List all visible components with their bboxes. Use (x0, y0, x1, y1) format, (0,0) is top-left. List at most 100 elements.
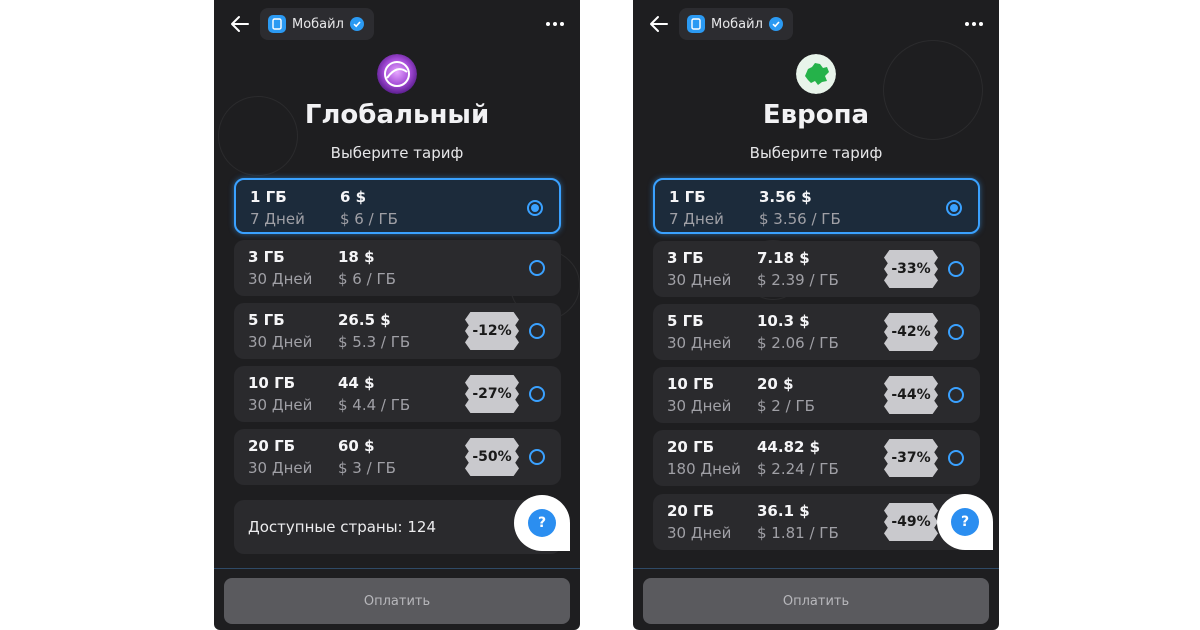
stage: Мобайл Глобальный Выберите тариф 1 ГБ 7 … (0, 0, 1200, 630)
plan-price: 20 $ (757, 375, 794, 393)
plan-price: 36.1 $ (757, 502, 810, 520)
discount-badge: -44% (884, 376, 938, 414)
plan-volume: 3 ГБ (667, 249, 704, 267)
plan-price-per-gb: $ 3 / ГБ (338, 459, 396, 477)
discount-badge: -27% (465, 375, 519, 413)
discount-badge: -33% (884, 250, 938, 288)
plan-price: 44.82 $ (757, 438, 821, 456)
plan-option[interactable]: 1 ГБ 7 Дней 3.56 $ $ 3.56 / ГБ (653, 178, 980, 234)
plan-volume: 3 ГБ (248, 248, 285, 266)
plan-option[interactable]: 20 ГБ 30 Дней 36.1 $ $ 1.81 / ГБ -49% (653, 494, 980, 550)
region-title: Европа (762, 100, 870, 130)
discount-badge: -50% (465, 438, 519, 476)
app-chip[interactable]: Мобайл (679, 8, 793, 40)
plan-volume: 20 ГБ (248, 437, 296, 455)
plan-radio[interactable] (529, 260, 545, 276)
plan-price: 7.18 $ (757, 249, 810, 267)
plan-price: 18 $ (338, 248, 375, 266)
discount-badge: -49% (884, 503, 938, 541)
more-dots-icon[interactable] (963, 16, 985, 32)
pay-button[interactable]: Оплатить (224, 578, 570, 624)
plan-price: 60 $ (338, 437, 375, 455)
plan-duration: 7 Дней (669, 210, 724, 228)
screen-global: Мобайл Глобальный Выберите тариф 1 ГБ 7 … (214, 0, 580, 630)
plan-radio[interactable] (527, 200, 543, 216)
plan-option[interactable]: 20 ГБ 30 Дней 60 $ $ 3 / ГБ -50% (234, 429, 561, 485)
plan-duration: 30 Дней (667, 334, 732, 352)
plan-duration: 30 Дней (248, 396, 313, 414)
footer-divider (214, 568, 580, 569)
plan-duration: 30 Дней (667, 271, 732, 289)
plan-radio[interactable] (946, 200, 962, 216)
choose-tariff-label: Выберите тариф (749, 144, 883, 162)
top-bar: Мобайл (214, 6, 580, 42)
plan-volume: 1 ГБ (669, 188, 706, 206)
app-chip-label: Мобайл (292, 16, 344, 32)
globe-flag-icon (377, 54, 417, 94)
plan-volume: 20 ГБ (667, 438, 715, 456)
plan-volume: 5 ГБ (248, 311, 285, 329)
plan-price: 6 $ (340, 188, 367, 206)
app-icon (687, 15, 705, 33)
plan-option[interactable]: 10 ГБ 30 Дней 20 $ $ 2 / ГБ -44% (653, 367, 980, 423)
plan-volume: 20 ГБ (667, 502, 715, 520)
plan-duration: 30 Дней (667, 524, 732, 542)
plan-radio[interactable] (948, 387, 964, 403)
available-countries-row[interactable]: Доступные страны: 124 (234, 500, 561, 554)
plan-price-per-gb: $ 1.81 / ГБ (757, 524, 839, 542)
plan-option[interactable]: 1 ГБ 7 Дней 6 $ $ 6 / ГБ (234, 178, 561, 234)
plan-price-per-gb: $ 6 / ГБ (338, 270, 396, 288)
plan-radio[interactable] (948, 324, 964, 340)
app-chip[interactable]: Мобайл (260, 8, 374, 40)
plan-price-per-gb: $ 6 / ГБ (340, 210, 398, 228)
plan-option[interactable]: 5 ГБ 30 Дней 26.5 $ $ 5.3 / ГБ -12% (234, 303, 561, 359)
plan-price-per-gb: $ 2 / ГБ (757, 397, 815, 415)
plan-option[interactable]: 10 ГБ 30 Дней 44 $ $ 4.4 / ГБ -27% (234, 366, 561, 422)
help-button[interactable]: ? (514, 495, 570, 551)
plan-duration: 7 Дней (250, 210, 305, 228)
europe-flag-icon (796, 54, 836, 94)
choose-tariff-label: Выберите тариф (330, 144, 464, 162)
plan-price-per-gb: $ 2.06 / ГБ (757, 334, 839, 352)
plan-duration: 30 Дней (248, 270, 313, 288)
help-button[interactable]: ? (937, 494, 993, 550)
help-icon: ? (528, 509, 556, 537)
plan-volume: 1 ГБ (250, 188, 287, 206)
plan-radio[interactable] (529, 449, 545, 465)
plan-duration: 180 Дней (667, 460, 741, 478)
available-countries-label: Доступные страны: 124 (248, 518, 437, 536)
plan-price: 10.3 $ (757, 312, 810, 330)
more-dots-icon[interactable] (544, 16, 566, 32)
region-title: Глобальный (304, 100, 490, 130)
plan-volume: 10 ГБ (667, 375, 715, 393)
plan-price-per-gb: $ 2.39 / ГБ (757, 271, 839, 289)
plan-price: 44 $ (338, 374, 375, 392)
pay-button[interactable]: Оплатить (643, 578, 989, 624)
plan-radio[interactable] (948, 450, 964, 466)
verified-badge-icon (349, 17, 364, 31)
help-icon: ? (951, 508, 979, 536)
app-icon (268, 15, 286, 33)
plan-price-per-gb: $ 2.24 / ГБ (757, 460, 839, 478)
plan-option[interactable]: 3 ГБ 30 Дней 18 $ $ 6 / ГБ (234, 240, 561, 296)
plan-option[interactable]: 3 ГБ 30 Дней 7.18 $ $ 2.39 / ГБ -33% (653, 241, 980, 297)
plan-volume: 10 ГБ (248, 374, 296, 392)
discount-badge: -12% (465, 312, 519, 350)
back-arrow-icon[interactable] (228, 12, 252, 36)
plan-option[interactable]: 5 ГБ 30 Дней 10.3 $ $ 2.06 / ГБ -42% (653, 304, 980, 360)
plan-option[interactable]: 20 ГБ 180 Дней 44.82 $ $ 2.24 / ГБ -37% (653, 430, 980, 486)
screen-europe: Мобайл Европа Выберите тариф 1 ГБ 7 Дней… (633, 0, 999, 630)
app-chip-label: Мобайл (711, 16, 763, 32)
plan-radio[interactable] (529, 323, 545, 339)
back-arrow-icon[interactable] (647, 12, 671, 36)
top-bar: Мобайл (633, 6, 999, 42)
footer-divider (633, 568, 999, 569)
plan-radio[interactable] (948, 261, 964, 277)
plan-price-per-gb: $ 3.56 / ГБ (759, 210, 841, 228)
plan-price-per-gb: $ 5.3 / ГБ (338, 333, 411, 351)
plan-duration: 30 Дней (667, 397, 732, 415)
discount-badge: -42% (884, 313, 938, 351)
plan-duration: 30 Дней (248, 333, 313, 351)
verified-badge-icon (768, 17, 783, 31)
plan-radio[interactable] (529, 386, 545, 402)
